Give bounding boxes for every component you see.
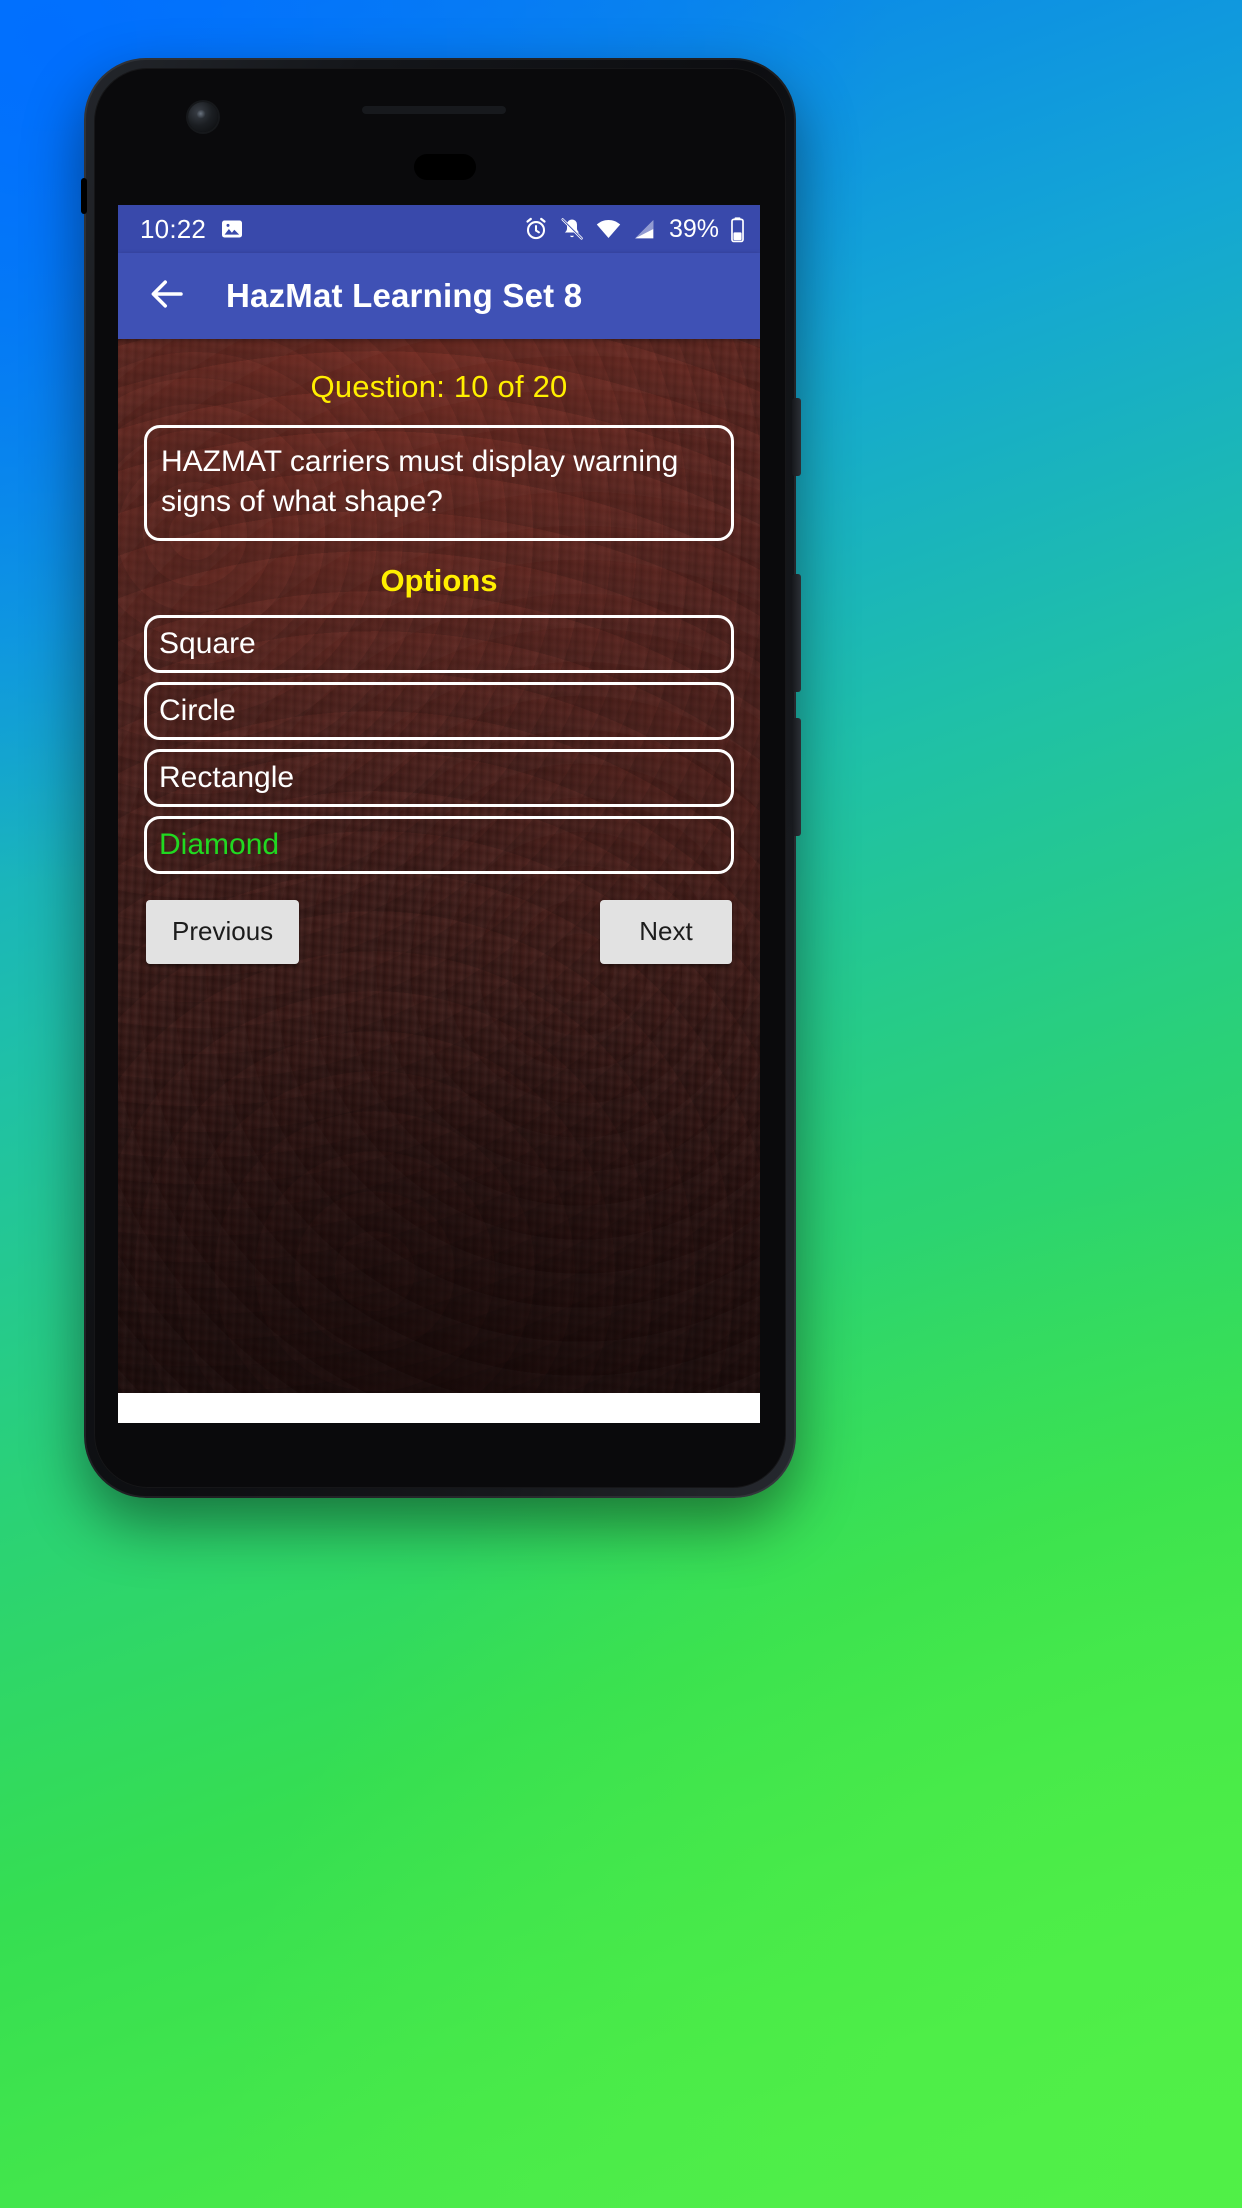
next-button[interactable]: Next	[600, 899, 732, 964]
option-label: Circle	[159, 693, 236, 727]
option-row[interactable]: Rectangle	[144, 748, 734, 807]
question-box: HAZMAT carriers must display warning sig…	[144, 425, 734, 541]
battery-percentage-label: 39%	[668, 214, 719, 243]
quiz-body: Question: 10 of 20 HAZMAT carriers must …	[118, 339, 760, 1423]
navigation-buttons: Previous Next	[146, 899, 732, 964]
app-bar: HazMat Learning Set 8	[118, 253, 760, 339]
cell-signal-icon	[632, 217, 657, 242]
option-label: Diamond	[159, 827, 280, 861]
status-bar-notification-icons	[220, 217, 244, 241]
option-row-correct[interactable]: Diamond	[144, 815, 734, 874]
left-side-notch	[81, 178, 87, 214]
status-bar: 10:22 39%	[118, 205, 760, 253]
alarm-icon	[523, 216, 549, 242]
options-header: Options	[380, 562, 498, 598]
front-camera-icon	[188, 102, 218, 132]
image-icon	[220, 217, 244, 241]
power-button[interactable]	[792, 398, 801, 476]
question-counter: Question: 10 of 20	[310, 369, 568, 404]
options-list: Square Circle Rectangle Diamond	[144, 614, 734, 874]
notifications-off-icon	[559, 216, 585, 242]
back-button[interactable]	[136, 265, 198, 327]
battery-icon	[729, 216, 746, 243]
option-label: Square	[159, 626, 256, 660]
arrow-back-icon	[146, 273, 188, 320]
previous-button[interactable]: Previous	[146, 899, 300, 964]
sensor-housing	[414, 154, 476, 180]
earpiece-speaker-grille	[362, 106, 506, 114]
volume-down-button[interactable]	[792, 718, 801, 836]
volume-up-button[interactable]	[792, 574, 801, 692]
system-navigation-bar[interactable]	[118, 1393, 760, 1423]
option-label: Rectangle	[159, 760, 295, 794]
phone-device-frame: 10:22 39% HazMat Learning Set 8 Question…	[81, 58, 801, 1498]
page-title: HazMat Learning Set 8	[226, 277, 583, 314]
question-text: HAZMAT carriers must display warning sig…	[161, 445, 679, 518]
wifi-icon	[595, 216, 622, 243]
phone-screen: 10:22 39% HazMat Learning Set 8 Question…	[118, 205, 760, 1423]
status-bar-clock: 10:22	[140, 213, 207, 244]
status-bar-system-icons: 39%	[523, 215, 746, 244]
option-row[interactable]: Circle	[144, 681, 734, 740]
option-row[interactable]: Square	[144, 614, 734, 673]
